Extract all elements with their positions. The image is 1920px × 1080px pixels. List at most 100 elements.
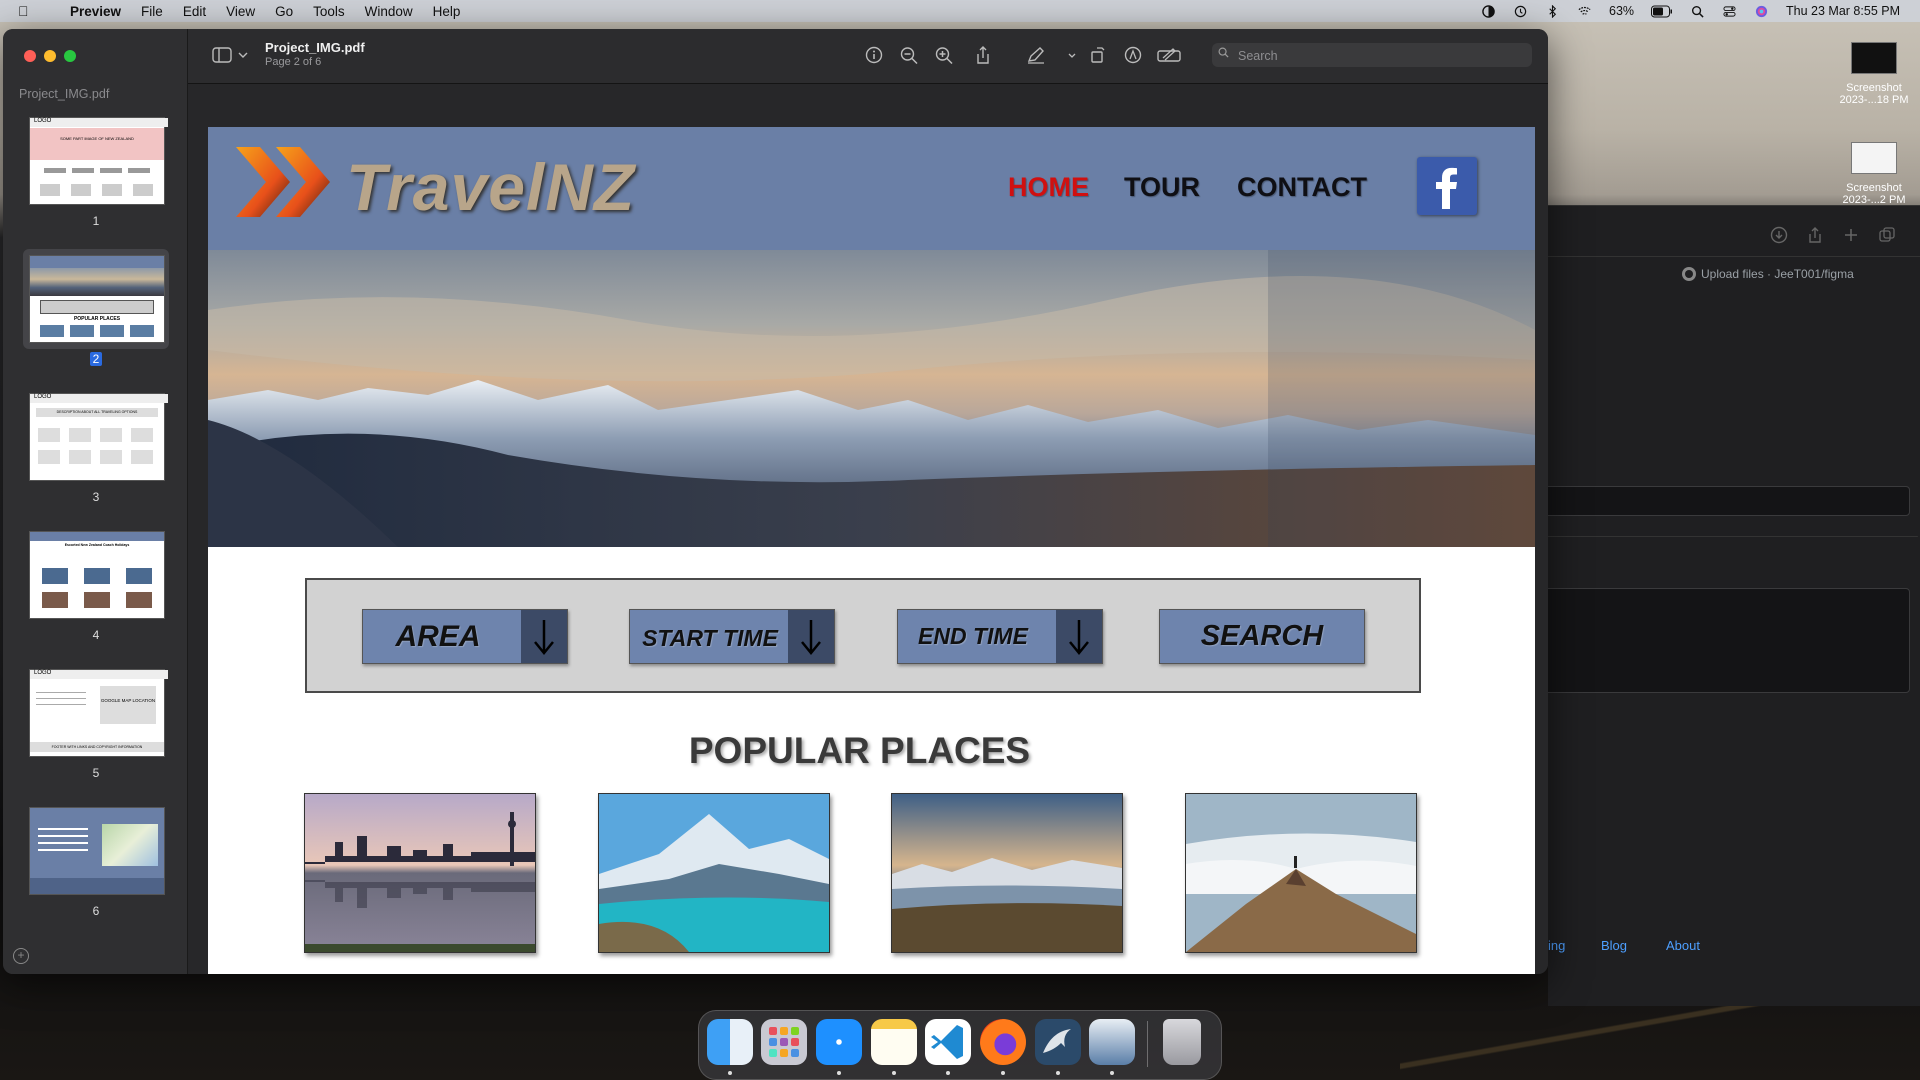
dark-mode-icon[interactable] <box>1481 4 1496 18</box>
menu-tools[interactable]: Tools <box>313 4 345 19</box>
file-name: Screenshot 2023-...18 PM <box>1839 82 1909 106</box>
nav-home[interactable]: HOME <box>1008 172 1089 203</box>
place-photo-mountain-ridge-clouds[interactable] <box>1185 793 1417 953</box>
start-time-dropdown[interactable]: START TIME <box>629 609 835 664</box>
site-logo-text[interactable]: TravelNZ <box>346 149 635 225</box>
menu-file[interactable]: File <box>141 4 163 19</box>
place-photo-mount-cook-lake[interactable] <box>598 793 830 953</box>
menu-go[interactable]: Go <box>275 4 293 19</box>
control-center-icon[interactable] <box>1722 5 1737 18</box>
browser-tab-label[interactable]: Upload files · JeeT001/figma <box>1701 267 1854 281</box>
file-thumbnail <box>1851 142 1897 174</box>
thumb-banner: SOME PART IMAGE OF NEW ZEALAND <box>30 128 164 160</box>
footer-link-about[interactable]: About <box>1666 938 1700 953</box>
page-thumbnail-4[interactable]: Escorted New Zealand Coach Holidays <box>29 531 165 619</box>
footer-link-partial[interactable]: ing <box>1548 938 1565 953</box>
menu-window[interactable]: Window <box>365 4 413 19</box>
arrow-down-icon <box>1056 610 1102 663</box>
bg-input-field[interactable] <box>1538 486 1910 516</box>
new-tab-icon[interactable] <box>1842 226 1860 244</box>
sidebar-toggle-icon[interactable] <box>212 47 232 63</box>
desktop-file-screenshot-1[interactable]: Screenshot 2023-...18 PM <box>1829 42 1919 106</box>
page-thumbnail-2[interactable]: POPULAR PLACES <box>29 255 165 343</box>
thumb-desc: DESCRIPTION ABOUT ALL TRAVELING OPTIONS <box>36 408 158 417</box>
search-button-label: SEARCH <box>1200 620 1324 652</box>
file-thumbnail <box>1851 42 1897 74</box>
menu-view[interactable]: View <box>226 4 255 19</box>
markup-pen-icon[interactable] <box>1026 46 1046 64</box>
bg-textarea[interactable] <box>1538 588 1910 693</box>
search-input[interactable] <box>1236 46 1520 66</box>
preview-app-icon[interactable] <box>1089 1019 1135 1065</box>
menu-edit[interactable]: Edit <box>183 4 206 19</box>
markup-circle-icon[interactable] <box>1123 46 1143 64</box>
page-thumbnail-6[interactable] <box>29 807 165 895</box>
thumb-logo: LOGO <box>30 118 168 127</box>
finder-icon[interactable] <box>707 1019 753 1065</box>
logo-arrows-icon <box>236 147 330 217</box>
safari-icon[interactable] <box>816 1019 862 1065</box>
zoom-in-icon[interactable] <box>934 46 954 64</box>
desktop-file-screenshot-2[interactable]: Screenshot 2023-...2 PM <box>1829 142 1919 206</box>
nav-contact[interactable]: CONTACT <box>1237 172 1367 203</box>
place-photo-mountain-lake-sunset[interactable] <box>891 793 1123 953</box>
thumb-map: GOOGLE MAP LOCATION <box>100 686 156 724</box>
mysql-workbench-icon[interactable] <box>1035 1019 1081 1065</box>
bluetooth-icon[interactable] <box>1545 4 1560 18</box>
firefox-icon[interactable] <box>980 1019 1026 1065</box>
search-filter-panel: AREA START TIME END TIME SEARCH <box>305 578 1421 693</box>
form-fill-icon[interactable] <box>1157 46 1181 64</box>
menu-app-name[interactable]: Preview <box>70 4 121 19</box>
info-icon[interactable] <box>864 46 884 64</box>
download-icon[interactable] <box>1770 226 1788 244</box>
apple-menu-icon[interactable]:  <box>18 3 40 19</box>
menu-clock[interactable]: Thu 23 Mar 8:55 PM <box>1786 4 1900 18</box>
footer-link-blog[interactable]: Blog <box>1601 938 1627 953</box>
page-number-2: 2 <box>3 352 189 366</box>
page-number-4: 4 <box>92 628 100 642</box>
page-number-3: 3 <box>92 490 100 504</box>
battery-icon[interactable] <box>1651 5 1673 18</box>
rotate-icon[interactable] <box>1088 46 1108 64</box>
place-photo-city-skyline[interactable] <box>304 793 536 953</box>
close-window-button[interactable] <box>24 50 36 62</box>
page-thumbnail-1[interactable]: LOGO SOME PART IMAGE OF NEW ZEALAND <box>29 117 168 205</box>
page-thumbnail-5[interactable]: LOGO GOOGLE MAP LOCATION FOOTER WITH LIN… <box>29 669 168 757</box>
page-number-1: 1 <box>92 214 100 228</box>
share-icon[interactable] <box>973 46 993 64</box>
chevron-down-icon[interactable] <box>238 51 248 59</box>
zoom-window-button[interactable] <box>64 50 76 62</box>
search-button[interactable]: SEARCH <box>1159 609 1365 664</box>
running-indicator <box>1056 1071 1060 1075</box>
menu-help[interactable]: Help <box>433 4 461 19</box>
spotlight-search-icon[interactable] <box>1690 5 1705 18</box>
nav-tour[interactable]: TOUR <box>1124 172 1200 203</box>
siri-icon[interactable] <box>1754 5 1769 18</box>
chevron-down-icon[interactable] <box>1068 53 1076 59</box>
wifi-icon[interactable] <box>1577 5 1592 18</box>
zoom-out-icon[interactable] <box>899 46 919 64</box>
thumb-logo: LOGO <box>30 670 168 679</box>
launchpad-icon[interactable] <box>761 1019 807 1065</box>
facebook-icon[interactable] <box>1417 157 1477 215</box>
document-viewer[interactable]: TravelNZ HOME TOUR CONTACT AREA START TI… <box>188 84 1548 974</box>
add-page-icon[interactable]: + <box>13 948 29 964</box>
trash-icon[interactable] <box>1163 1019 1201 1065</box>
time-machine-icon[interactable] <box>1513 5 1528 18</box>
tabs-overview-icon[interactable] <box>1878 226 1896 244</box>
dock-divider <box>1147 1021 1148 1067</box>
hero-mountain-image <box>208 250 1535 547</box>
search-icon <box>1218 47 1229 58</box>
search-field[interactable] <box>1212 43 1532 67</box>
thumb-title: POPULAR PLACES <box>73 316 121 322</box>
github-icon <box>1682 267 1696 281</box>
vscode-icon[interactable] <box>925 1019 971 1065</box>
minimize-window-button[interactable] <box>44 50 56 62</box>
dock <box>698 1010 1222 1080</box>
area-dropdown[interactable]: AREA <box>362 609 568 664</box>
end-time-label: END TIME <box>918 623 1028 649</box>
share-icon[interactable] <box>1806 226 1824 244</box>
end-time-dropdown[interactable]: END TIME <box>897 609 1103 664</box>
page-thumbnail-3[interactable]: LOGO DESCRIPTION ABOUT ALL TRAVELING OPT… <box>29 393 168 481</box>
notes-icon[interactable] <box>871 1019 917 1065</box>
